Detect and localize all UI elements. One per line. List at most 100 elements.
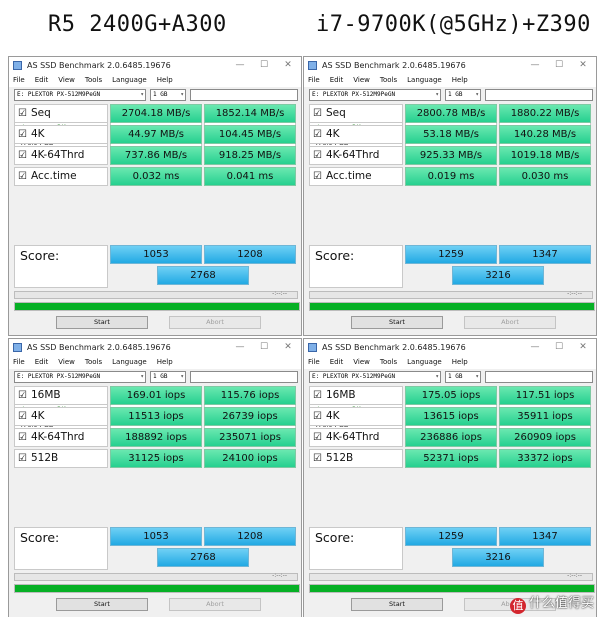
minimize-icon[interactable]: — — [524, 57, 546, 74]
test-checkbox-icon[interactable]: ☑ — [313, 453, 322, 464]
menu-item[interactable]: Tools — [380, 74, 397, 87]
read-result: 2704.18 MB/s — [110, 104, 202, 123]
maximize-icon[interactable]: ☐ — [253, 339, 275, 356]
abort-button[interactable]: Abort — [169, 316, 261, 329]
test-checkbox-icon[interactable]: ☑ — [313, 108, 322, 119]
menu-item[interactable]: View — [353, 356, 370, 369]
test-row-label[interactable]: ☑ 4K-64Thrd — [309, 428, 403, 447]
close-icon[interactable]: ✕ — [572, 57, 594, 74]
close-icon[interactable]: ✕ — [277, 57, 299, 74]
menu-item[interactable]: Edit — [330, 74, 344, 87]
close-icon[interactable]: ✕ — [572, 339, 594, 356]
size-select[interactable]: 1 GB ▾ — [445, 371, 481, 383]
drive-select[interactable]: E: PLEXTOR PX-512M9PeGN ▾ — [14, 371, 146, 383]
menu-item[interactable]: View — [58, 74, 75, 87]
start-button[interactable]: Start — [351, 598, 443, 611]
app-icon — [13, 61, 22, 70]
test-row-label[interactable]: ☑ Acc.time — [309, 167, 403, 186]
drive-select[interactable]: E: PLEXTOR PX-512M9PeGN ▾ — [14, 89, 146, 101]
test-row-label[interactable]: ☑ 4K — [309, 407, 403, 426]
start-button[interactable]: Start — [56, 316, 148, 329]
test-checkbox-icon[interactable]: ☑ — [18, 390, 27, 401]
minimize-icon[interactable]: — — [229, 339, 251, 356]
app-icon — [308, 343, 317, 352]
test-checkbox-icon[interactable]: ☑ — [313, 432, 322, 443]
read-score: 1053 — [110, 527, 202, 546]
test-name: 512B — [325, 452, 354, 464]
menu-item[interactable]: Language — [407, 74, 442, 87]
drive-select[interactable]: E: PLEXTOR PX-512M9PeGN ▾ — [309, 371, 441, 383]
size-select[interactable]: 1 GB ▾ — [150, 89, 186, 101]
test-checkbox-icon[interactable]: ☑ — [18, 129, 27, 140]
test-checkbox-icon[interactable]: ☑ — [18, 150, 27, 161]
menu-item[interactable]: File — [13, 74, 25, 87]
toolbar: E: PLEXTOR PX-512M9PeGN ▾ 1 GB ▾ — [9, 369, 301, 385]
test-checkbox-icon[interactable]: ☑ — [313, 129, 322, 140]
menu-item[interactable]: File — [308, 74, 320, 87]
test-checkbox-icon[interactable]: ☑ — [313, 390, 322, 401]
test-checkbox-icon[interactable]: ☑ — [313, 150, 322, 161]
menu-item[interactable]: Edit — [35, 74, 49, 87]
menu-bar: File Edit View Tools Language Help — [9, 356, 301, 369]
maximize-icon[interactable]: ☐ — [253, 57, 275, 74]
test-checkbox-icon[interactable]: ☑ — [18, 411, 27, 422]
window-title: AS SSD Benchmark 2.0.6485.19676 — [322, 61, 466, 70]
menu-item[interactable]: Help — [157, 356, 173, 369]
menu-item[interactable]: Language — [112, 74, 147, 87]
abort-button[interactable]: Abort — [464, 316, 556, 329]
test-row-label[interactable]: ☑ 16MB — [14, 386, 108, 405]
menu-item[interactable]: Tools — [85, 74, 102, 87]
menu-item[interactable]: View — [58, 356, 75, 369]
size-select[interactable]: 1 GB ▾ — [150, 371, 186, 383]
read-result: 169.01 iops — [110, 386, 202, 405]
test-row-label[interactable]: ☑ 4K — [309, 125, 403, 144]
menu-item[interactable]: File — [13, 356, 25, 369]
menu-item[interactable]: Edit — [330, 356, 344, 369]
menu-item[interactable]: Tools — [85, 356, 102, 369]
start-button[interactable]: Start — [56, 598, 148, 611]
drive-select-value: E: PLEXTOR PX-512M9PeGN — [312, 373, 396, 380]
title-bar: AS SSD Benchmark 2.0.6485.19676 — ☐ ✕ — [9, 339, 301, 356]
test-name: Acc.time — [325, 170, 372, 182]
test-row-label[interactable]: ☑ 4K-64Thrd — [14, 146, 108, 165]
maximize-icon[interactable]: ☐ — [548, 339, 570, 356]
minimize-icon[interactable]: — — [229, 57, 251, 74]
test-row-label[interactable]: ☑ Seq — [309, 104, 403, 123]
drive-select[interactable]: E: PLEXTOR PX-512M9PeGN ▾ — [309, 89, 441, 101]
menu-item[interactable]: Language — [112, 356, 147, 369]
menu-item[interactable]: Help — [452, 74, 468, 87]
write-result: 1880.22 MB/s — [499, 104, 591, 123]
test-row-label[interactable]: ☑ Acc.time — [14, 167, 108, 186]
test-row-label[interactable]: ☑ 512B — [309, 449, 403, 468]
test-checkbox-icon[interactable]: ☑ — [313, 171, 322, 182]
menu-item[interactable]: Help — [452, 356, 468, 369]
test-checkbox-icon[interactable]: ☑ — [18, 453, 27, 464]
close-icon[interactable]: ✕ — [277, 339, 299, 356]
size-select[interactable]: 1 GB ▾ — [445, 89, 481, 101]
chevron-down-icon: ▾ — [140, 91, 144, 98]
abort-button[interactable]: Abort — [169, 598, 261, 611]
maximize-icon[interactable]: ☐ — [548, 57, 570, 74]
test-progress-bar — [309, 291, 593, 299]
test-row-label[interactable]: ☑ 4K — [14, 407, 108, 426]
test-row-label[interactable]: ☑ Seq — [14, 104, 108, 123]
test-checkbox-icon[interactable]: ☑ — [18, 171, 27, 182]
test-checkbox-icon[interactable]: ☑ — [313, 411, 322, 422]
test-checkbox-icon[interactable]: ☑ — [18, 108, 27, 119]
write-score: 1347 — [499, 245, 591, 264]
test-row-label[interactable]: ☑ 512B — [14, 449, 108, 468]
menu-item[interactable]: Language — [407, 356, 442, 369]
test-row-label[interactable]: ☑ 4K — [14, 125, 108, 144]
menu-item[interactable]: View — [353, 74, 370, 87]
test-row-label[interactable]: ☑ 16MB — [309, 386, 403, 405]
minimize-icon[interactable]: — — [524, 339, 546, 356]
start-button[interactable]: Start — [351, 316, 443, 329]
size-select-value: 1 GB — [153, 91, 168, 98]
test-row-label[interactable]: ☑ 4K-64Thrd — [14, 428, 108, 447]
menu-item[interactable]: Edit — [35, 356, 49, 369]
test-checkbox-icon[interactable]: ☑ — [18, 432, 27, 443]
menu-item[interactable]: Help — [157, 74, 173, 87]
menu-item[interactable]: File — [308, 356, 320, 369]
test-row-label[interactable]: ☑ 4K-64Thrd — [309, 146, 403, 165]
menu-item[interactable]: Tools — [380, 356, 397, 369]
